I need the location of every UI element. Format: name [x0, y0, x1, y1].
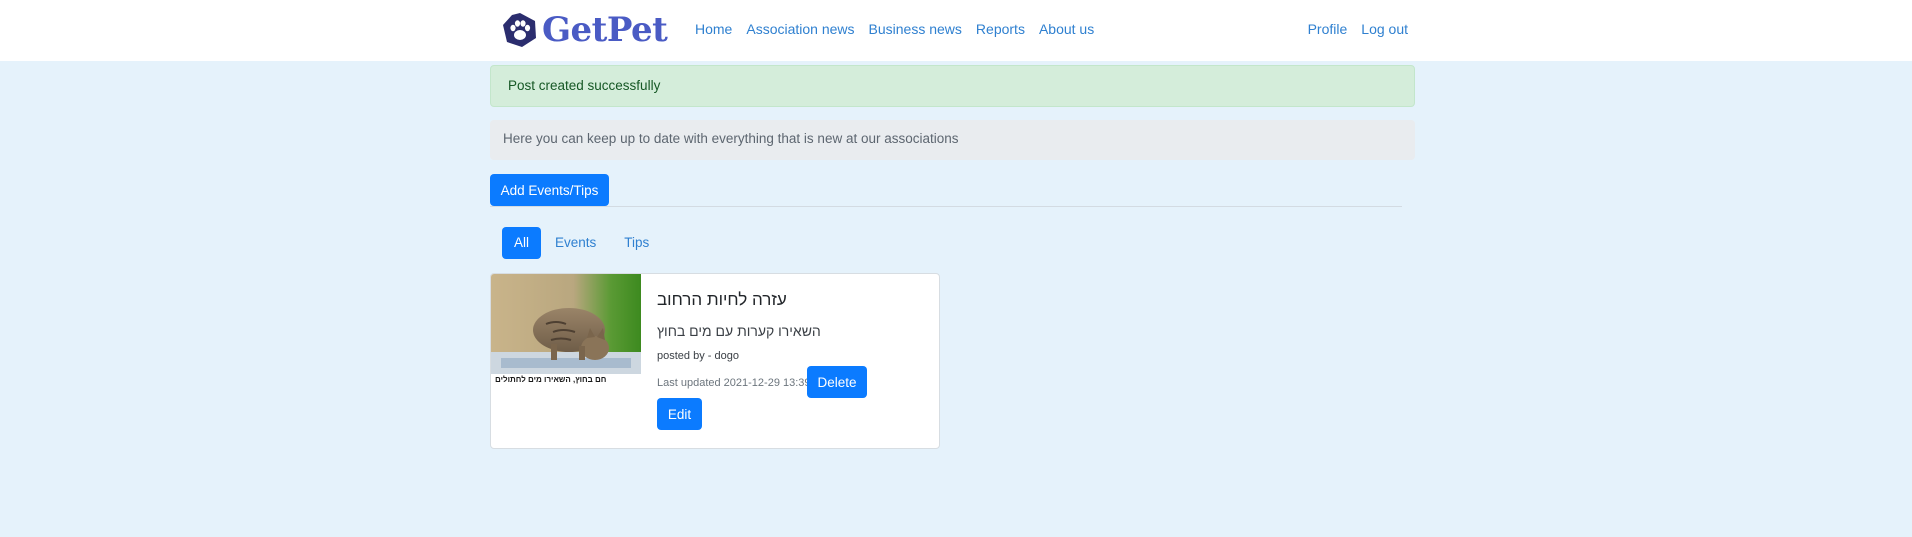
add-events-tips-button[interactable]: Add Events/Tips [490, 174, 609, 206]
post-updated-time: Last updated 2021-12-29 13:39 [657, 377, 811, 389]
tab-events[interactable]: Events [541, 227, 610, 259]
tab-all[interactable]: All [502, 227, 542, 259]
post-body: השאירו קערות עם מים בחוץ [657, 323, 821, 339]
nav-reports-link[interactable]: Reports [976, 21, 1025, 37]
section-divider [490, 206, 1402, 207]
user-nav: Profile Log out [1308, 21, 1408, 37]
filter-tabs: All Events Tips [502, 227, 663, 259]
brand-logo-link[interactable]: GetPet [502, 10, 668, 50]
intro-banner: Here you can keep up to date with everyt… [490, 120, 1415, 160]
top-navbar: GetPet Home Association news Business ne… [0, 0, 1912, 61]
tab-tips[interactable]: Tips [610, 227, 663, 259]
nav-home-link[interactable]: Home [695, 21, 732, 37]
nav-about-us-link[interactable]: About us [1039, 21, 1094, 37]
nav-profile-link[interactable]: Profile [1308, 21, 1348, 37]
main-nav: Home Association news Business news Repo… [695, 21, 1094, 37]
paw-icon [503, 13, 536, 47]
post-image: חם בחוץ, השאירו מים לחתולים [491, 274, 641, 387]
post-author: posted by - dogo [657, 350, 739, 362]
brand-name: GetPet [542, 10, 668, 50]
post-title: עזרה לחיות הרחוב [657, 290, 787, 309]
cat-drinking-image [491, 274, 641, 387]
post-card: חם בחוץ, השאירו מים לחתולים עזרה לחיות ה… [490, 273, 940, 449]
delete-post-button[interactable]: Delete [807, 366, 867, 398]
nav-association-news-link[interactable]: Association news [746, 21, 854, 37]
success-alert: Post created successfully [490, 65, 1415, 107]
edit-post-button[interactable]: Edit [657, 398, 702, 430]
post-image-caption: חם בחוץ, השאירו מים לחתולים [495, 375, 607, 384]
nav-logout-link[interactable]: Log out [1361, 21, 1408, 37]
nav-business-news-link[interactable]: Business news [869, 21, 962, 37]
